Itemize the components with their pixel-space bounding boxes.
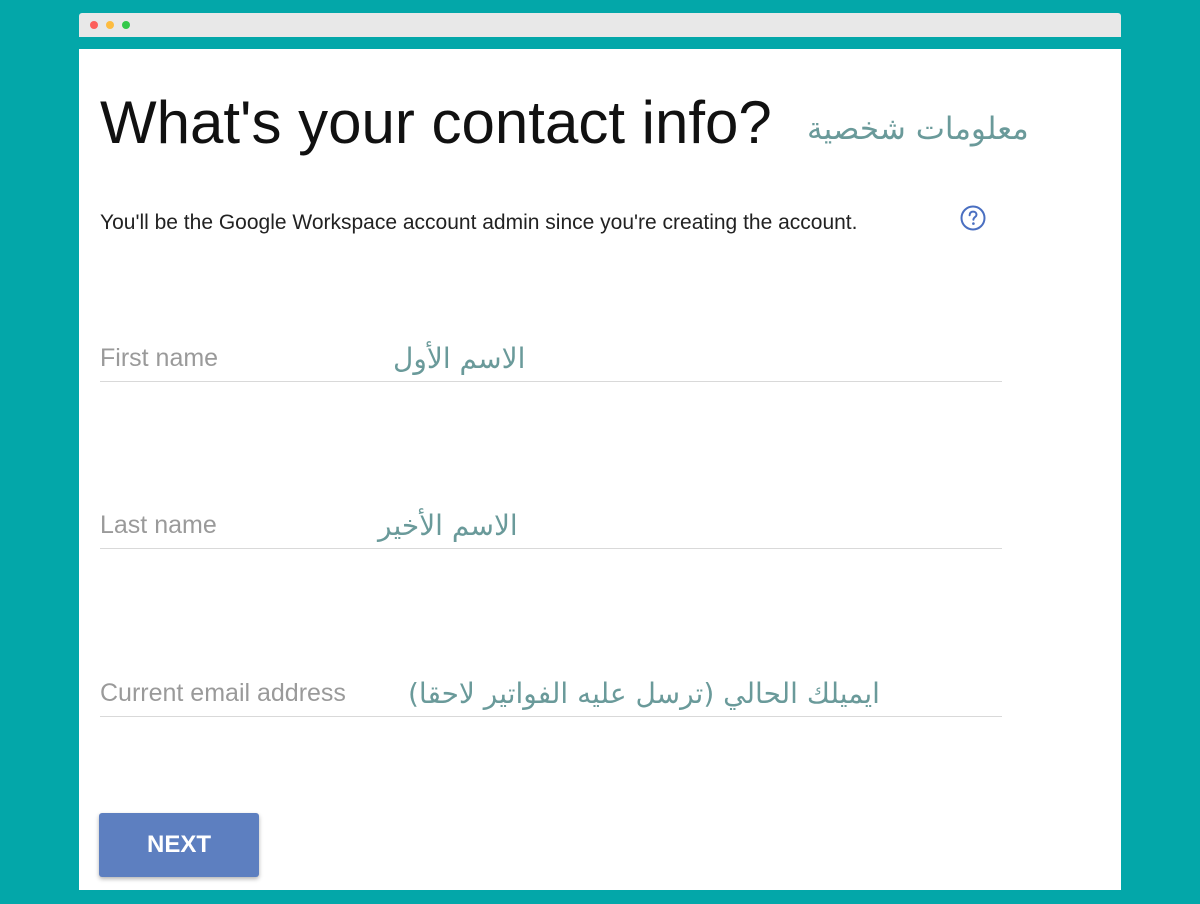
window-titlebar [79,13,1121,37]
page-subtitle: You'll be the Google Workspace account a… [100,211,858,234]
email-label: Current email address [100,679,346,707]
page-title: What's your contact info? [100,89,772,156]
browser-window: What's your contact info? معلومات شخصية … [79,13,1121,890]
first-name-field[interactable]: First name الاسم الأول [100,341,1002,382]
first-name-annotation: الاسم الأول [393,342,526,375]
first-name-label: First name [100,344,219,372]
last-name-label: Last name [100,511,217,539]
help-circle-icon[interactable] [960,205,986,231]
next-button[interactable]: NEXT [99,813,259,877]
page-title-annotation: معلومات شخصية [807,111,1029,147]
maximize-window-dot[interactable] [122,21,130,29]
signup-form: What's your contact info? معلومات شخصية … [79,49,1121,890]
email-field[interactable]: Current email address ايميلك الحالي (ترس… [100,676,1002,717]
last-name-annotation: الاسم الأخير [378,509,518,542]
last-name-field[interactable]: Last name الاسم الأخير [100,508,1002,549]
close-window-dot[interactable] [90,21,98,29]
email-annotation: ايميلك الحالي (ترسل عليه الفواتير لاحقا) [408,677,880,710]
minimize-window-dot[interactable] [106,21,114,29]
